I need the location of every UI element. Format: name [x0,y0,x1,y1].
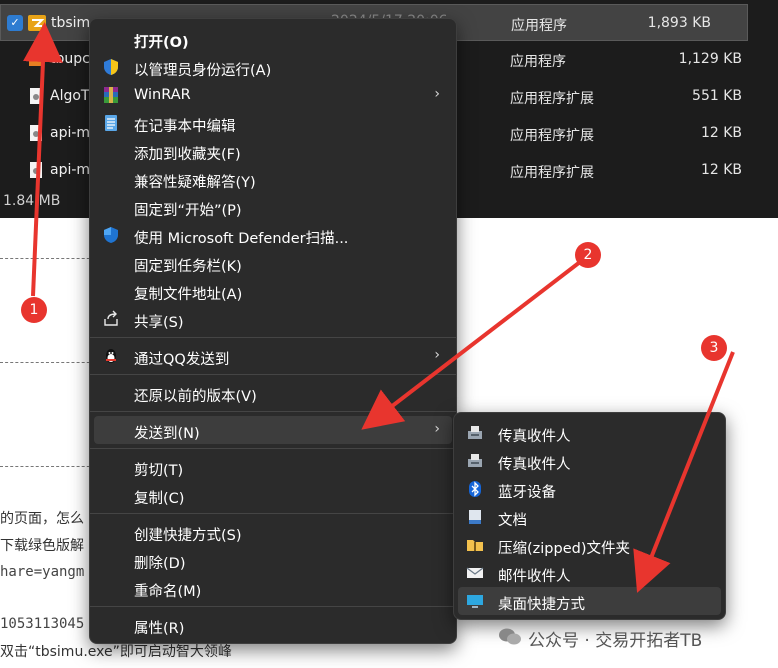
wechat-logo-icon [499,628,521,645]
step-badge-3: 3 [701,335,727,361]
step-badge-2: 2 [575,242,601,268]
watermark-text: 公众号 · 交易开拓者TB [528,631,703,651]
step-badge-1: 1 [21,297,47,323]
arrow-2 [361,260,582,430]
annotation-arrows [22,22,735,593]
arrow-3 [633,351,735,593]
arrow-1 [22,22,63,297]
